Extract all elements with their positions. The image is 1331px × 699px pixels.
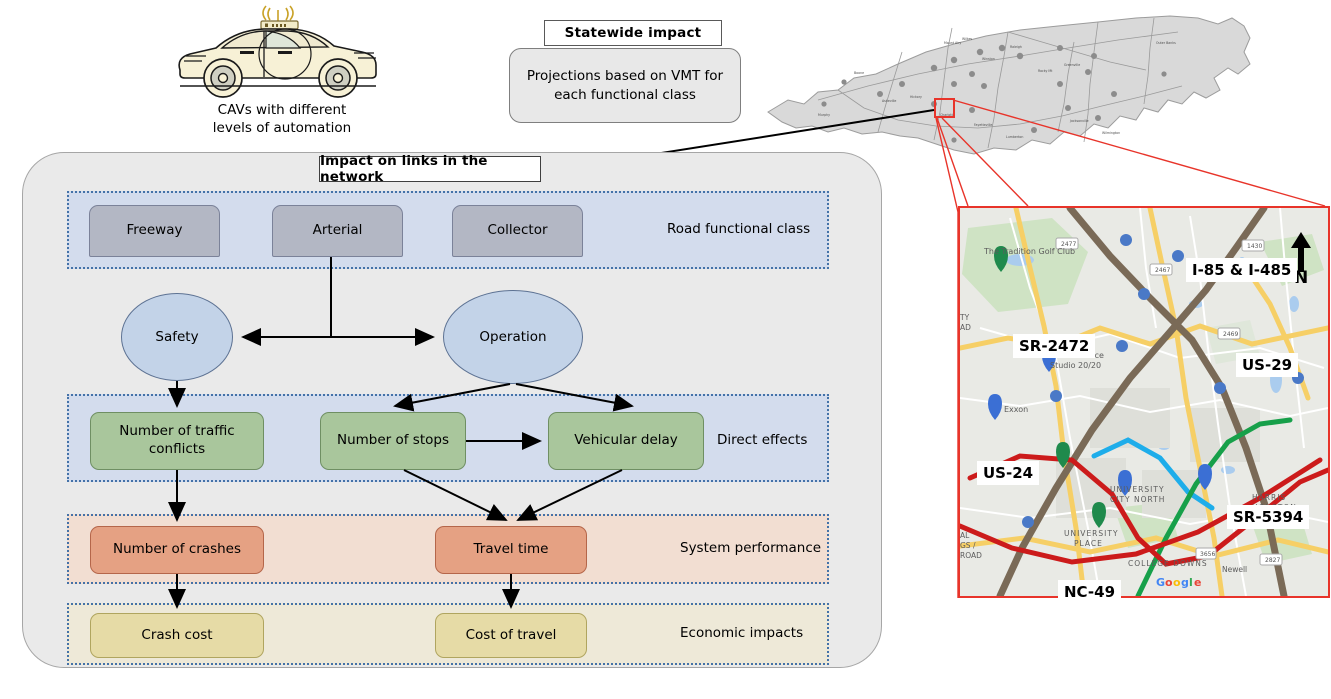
svg-text:Hickory: Hickory [910,95,922,99]
node-number-of-crashes[interactable]: Number of crashes [90,526,264,574]
svg-text:The Tradition Golf Club: The Tradition Golf Club [983,247,1075,256]
svg-text:Wilmington: Wilmington [1102,131,1120,135]
svg-text:2469: 2469 [1223,331,1238,338]
map-callout-i85-i485: I-85 & I-485 [1186,258,1298,282]
statewide-body-line2: each functional class [554,86,696,103]
node-collector[interactable]: Collector [452,205,583,257]
band-label-direct-effects: Direct effects [717,432,808,448]
svg-text:TY: TY [959,313,970,322]
car-caption-line1: CAVs with different [217,102,347,118]
svg-text:2827: 2827 [1265,557,1280,564]
svg-text:Raleigh: Raleigh [1010,45,1022,49]
svg-text:COLLEGE DOWNS: COLLEGE DOWNS [1128,559,1208,568]
svg-text:HARRIS: HARRIS [1252,493,1286,502]
svg-text:GS /: GS / [960,541,976,550]
svg-text:Winston: Winston [982,57,995,61]
node-arterial[interactable]: Arterial [272,205,403,257]
map-callout-us-29: US-29 [1236,353,1299,377]
node-operation[interactable]: Operation [443,290,583,384]
svg-text:Studio 20/20: Studio 20/20 [1050,361,1101,370]
svg-text:g: g [1181,576,1189,589]
svg-text:Jacksonville: Jacksonville [1069,119,1089,123]
svg-text:Lumberton: Lumberton [1006,135,1023,139]
map-callout-nc-49: NC-49 [1058,580,1122,604]
svg-text:G: G [1156,576,1165,589]
svg-text:Fayetteville: Fayetteville [974,123,992,127]
statewide-body-line1: Projections based on VMT for [526,67,724,84]
car-caption-line2: levels of automation [212,120,352,137]
svg-text:ROAD: ROAD [960,551,982,560]
node-freeway[interactable]: Freeway [89,205,220,257]
map-callout-sr-2472: SR-2472 [1013,334,1096,358]
svg-text:e: e [1194,576,1201,589]
band-label-road-functional-class: Road functional class [667,221,811,237]
svg-text:Mount Airy: Mount Airy [944,41,961,45]
traffic-conflicts-line2: conflicts [148,441,206,457]
statewide-impact-body: Projections based on VMT for each functi… [509,48,741,123]
svg-text:Murphy: Murphy [818,113,830,117]
svg-text:Outer Banks: Outer Banks [1156,41,1176,45]
svg-text:UNIVERSITY: UNIVERSITY [1064,529,1119,538]
svg-text:Exxon: Exxon [1004,405,1028,414]
diagram-canvas: CAVs with different levels of automation… [0,0,1331,699]
node-vehicular-delay[interactable]: Vehicular delay [548,412,704,470]
map-callout-sr-5394: SR-5394 [1227,505,1310,529]
node-travel-time[interactable]: Travel time [435,526,587,574]
node-crash-cost[interactable]: Crash cost [90,613,264,658]
state-map-locator-box [934,98,955,118]
svg-text:Greenville: Greenville [1064,63,1080,67]
node-number-of-stops[interactable]: Number of stops [320,412,466,470]
svg-text:AD: AD [960,323,971,332]
band-label-economic-impacts: Economic impacts [680,625,804,641]
svg-text:PLACE: PLACE [1074,539,1103,548]
svg-text:UNIVERSITY: UNIVERSITY [1110,485,1165,494]
svg-text:o: o [1173,576,1181,589]
svg-text:Boone: Boone [854,71,864,75]
svg-text:Rocky Mt: Rocky Mt [1038,69,1053,73]
autonomous-car-icon [162,5,394,100]
svg-text:AL: AL [960,531,970,540]
node-cost-of-travel[interactable]: Cost of travel [435,613,587,658]
svg-text:CITY NORTH: CITY NORTH [1110,495,1165,504]
svg-text:Wilkes: Wilkes [962,37,973,41]
svg-text:l: l [1189,576,1193,589]
band-label-system-performance: System performance [680,540,822,556]
node-safety[interactable]: Safety [121,293,233,381]
map-callout-us-24: US-24 [977,461,1040,485]
svg-text:2467: 2467 [1155,267,1170,274]
svg-text:3656: 3656 [1200,551,1215,558]
svg-text:Newell: Newell [1222,565,1247,574]
svg-text:1430: 1430 [1247,243,1262,250]
car-caption: CAVs with different levels of automation [182,101,382,137]
svg-text:Asheville: Asheville [882,99,896,103]
svg-text:o: o [1165,576,1173,589]
network-impact-header: Impact on links in the network [319,153,541,185]
node-number-of-traffic-conflicts[interactable]: Number of traffic conflicts [90,412,264,470]
traffic-conflicts-line1: Number of traffic [119,423,235,440]
statewide-impact-title: Statewide impact [544,20,722,46]
